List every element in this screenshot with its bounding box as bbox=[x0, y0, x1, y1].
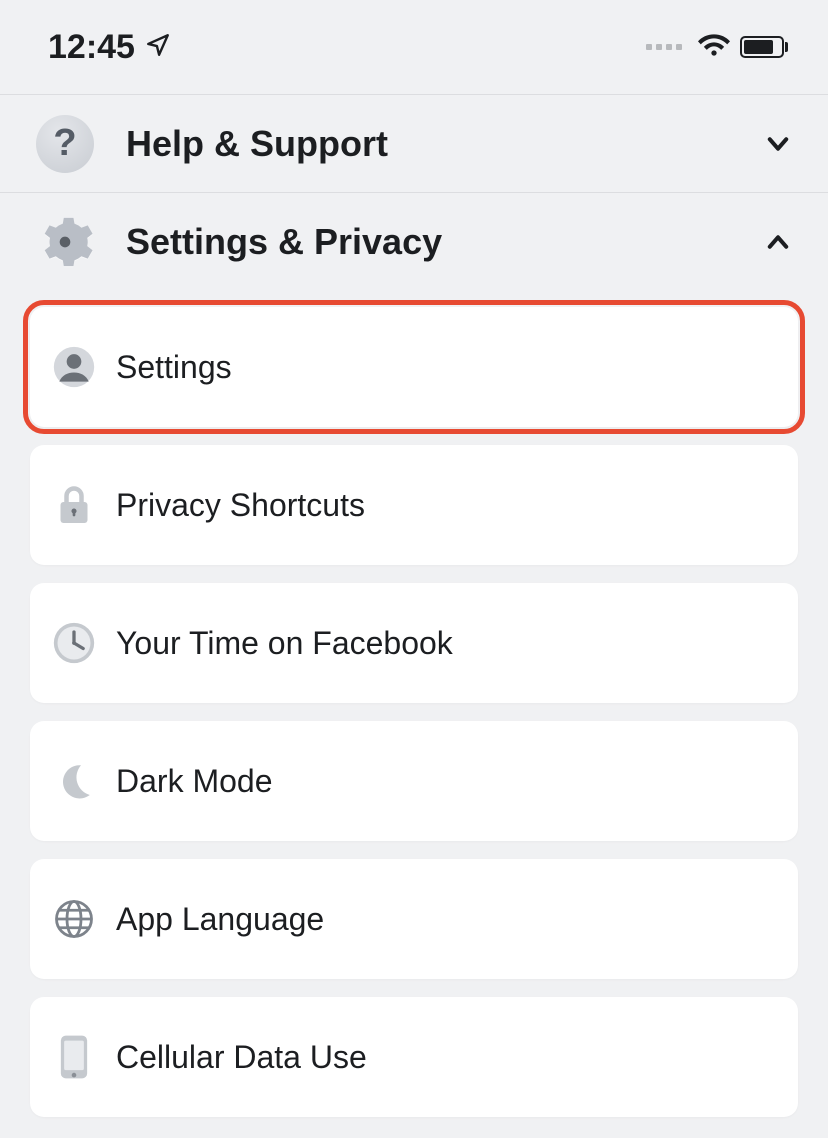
help-icon: ? bbox=[36, 115, 94, 173]
item-label: Dark Mode bbox=[116, 763, 273, 800]
item-privacy-shortcuts[interactable]: Privacy Shortcuts bbox=[30, 445, 798, 565]
section-help-label: Help & Support bbox=[126, 123, 732, 165]
item-app-language[interactable]: App Language bbox=[30, 859, 798, 979]
item-label: Cellular Data Use bbox=[116, 1039, 367, 1076]
item-label: Settings bbox=[116, 349, 232, 386]
section-settings-privacy[interactable]: Settings & Privacy bbox=[0, 193, 828, 291]
clock-icon bbox=[52, 621, 96, 665]
status-time-group: 12:45 bbox=[48, 28, 171, 67]
status-bar: 12:45 bbox=[0, 0, 828, 95]
item-label: Your Time on Facebook bbox=[116, 625, 453, 662]
person-icon bbox=[52, 345, 96, 389]
moon-icon bbox=[52, 759, 96, 803]
item-dark-mode[interactable]: Dark Mode bbox=[30, 721, 798, 841]
chevron-down-icon bbox=[764, 130, 792, 158]
chevron-up-icon bbox=[764, 228, 792, 256]
item-cellular-data[interactable]: Cellular Data Use bbox=[30, 997, 798, 1117]
battery-icon bbox=[740, 36, 788, 58]
gear-icon bbox=[36, 213, 94, 271]
wifi-icon bbox=[698, 29, 730, 66]
item-label: App Language bbox=[116, 901, 324, 938]
section-settings-privacy-label: Settings & Privacy bbox=[126, 221, 732, 263]
phone-icon bbox=[52, 1035, 96, 1079]
status-right bbox=[646, 29, 788, 66]
lock-icon bbox=[52, 483, 96, 527]
cellular-dots-icon bbox=[646, 44, 682, 50]
settings-privacy-items: Settings Privacy Shortcuts Your Time on … bbox=[0, 291, 828, 1133]
section-help-support[interactable]: ? Help & Support bbox=[0, 95, 828, 193]
location-arrow-icon bbox=[145, 28, 171, 67]
item-label: Privacy Shortcuts bbox=[116, 487, 365, 524]
globe-icon bbox=[52, 897, 96, 941]
item-settings[interactable]: Settings bbox=[30, 307, 798, 427]
item-your-time[interactable]: Your Time on Facebook bbox=[30, 583, 798, 703]
status-time: 12:45 bbox=[48, 28, 135, 67]
